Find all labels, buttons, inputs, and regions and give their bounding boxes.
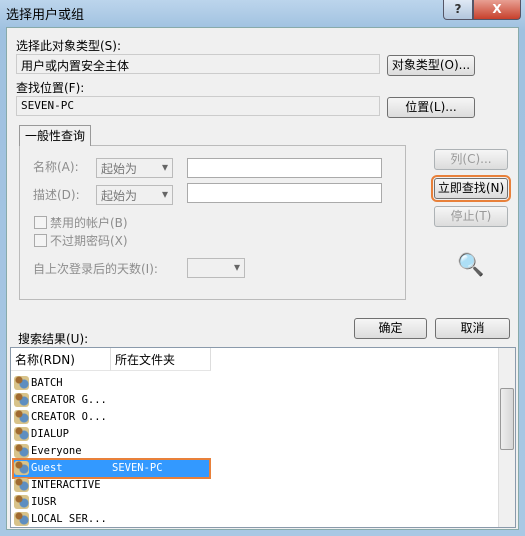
description-label: 描述(D): — [33, 188, 80, 202]
item-name: BATCH — [31, 377, 63, 389]
close-button[interactable]: X — [473, 0, 521, 20]
list-item[interactable]: Everyone — [14, 443, 209, 460]
list-item[interactable]: CREATOR G... — [14, 392, 209, 409]
description-mode-select[interactable]: 起始为 — [96, 185, 173, 205]
list-item[interactable]: CREATOR O... — [14, 409, 209, 426]
object-types-button[interactable]: 对象类型(O)... — [387, 55, 475, 76]
find-now-button[interactable]: 立即查找(N) — [431, 175, 511, 202]
non-expiring-password-label: 不过期密码(X) — [50, 234, 128, 248]
group-icon — [14, 478, 29, 492]
list-item[interactable]: INTERACTIVE — [14, 477, 209, 494]
columns-button[interactable]: 列(C)... — [434, 149, 508, 170]
help-button[interactable]: ? — [443, 0, 473, 20]
ok-button[interactable]: 确定 — [354, 318, 427, 339]
scrollbar-thumb[interactable] — [500, 388, 514, 450]
name-mode-select[interactable]: 起始为 — [96, 158, 173, 178]
description-input[interactable] — [187, 183, 382, 203]
list-item[interactable]: IUSR — [14, 494, 209, 511]
group-icon — [14, 512, 29, 526]
location-field: SEVEN-PC — [16, 96, 380, 116]
list-item[interactable]: LOCAL SER... — [14, 511, 209, 527]
group-icon — [14, 495, 29, 509]
locations-button[interactable]: 位置(L)... — [387, 97, 475, 118]
item-name: Everyone — [31, 445, 82, 457]
item-name: Guest — [31, 462, 63, 474]
group-icon — [14, 376, 29, 390]
name-label: 名称(A): — [33, 160, 79, 174]
search-results-label: 搜索结果(U): — [18, 332, 89, 346]
location-label: 查找位置(F): — [16, 81, 85, 95]
column-header-name[interactable]: 名称(RDN) — [11, 348, 111, 371]
item-name: LOCAL SER... — [31, 513, 107, 525]
group-icon — [14, 410, 29, 424]
item-name: CREATOR O... — [31, 411, 107, 423]
window-title: 选择用户或组 — [6, 8, 85, 23]
group-icon — [14, 393, 29, 407]
item-name: INTERACTIVE — [31, 479, 101, 491]
item-name: DIALUP — [31, 428, 69, 440]
object-type-label: 选择此对象类型(S): — [16, 39, 122, 53]
days-since-logon-select[interactable] — [187, 258, 245, 278]
list-item[interactable]: BATCH — [14, 375, 209, 392]
search-results-list[interactable]: 名称(RDN) 所在文件夹 BATCH CREATOR G... CREATOR O… — [10, 347, 516, 528]
item-name: CREATOR G... — [31, 394, 107, 406]
vertical-scrollbar[interactable] — [498, 348, 515, 527]
cancel-button[interactable]: 取消 — [435, 318, 510, 339]
stop-button[interactable]: 停止(T) — [434, 206, 508, 227]
group-icon — [14, 427, 29, 441]
disabled-accounts-checkbox[interactable] — [34, 216, 47, 229]
list-item[interactable]: Guest SEVEN-PC — [12, 458, 211, 479]
non-expiring-password-checkbox[interactable] — [34, 234, 47, 247]
group-icon — [14, 444, 29, 458]
tab-common-queries[interactable]: 一般性查询 — [19, 125, 91, 146]
dialog-body: 选择此对象类型(S): 用户或内置安全主体 对象类型(O)... 查找位置(F)… — [6, 27, 519, 530]
dialog-window: 选择用户或组 ? X 选择此对象类型(S): 用户或内置安全主体 对象类型(O)… — [0, 0, 525, 536]
column-header-folder[interactable]: 所在文件夹 — [111, 348, 211, 371]
user-icon — [14, 461, 29, 475]
item-name: IUSR — [31, 496, 57, 508]
list-item[interactable]: DIALUP — [14, 426, 209, 443]
object-type-field: 用户或内置安全主体 — [16, 54, 380, 74]
disabled-accounts-label: 禁用的帐户(B) — [50, 216, 128, 230]
search-magnifier-icon: 🔍 — [457, 253, 485, 278]
item-folder: SEVEN-PC — [112, 462, 163, 474]
name-input[interactable] — [187, 158, 382, 178]
days-since-logon-label: 自上次登录后的天数(I): — [33, 262, 158, 276]
